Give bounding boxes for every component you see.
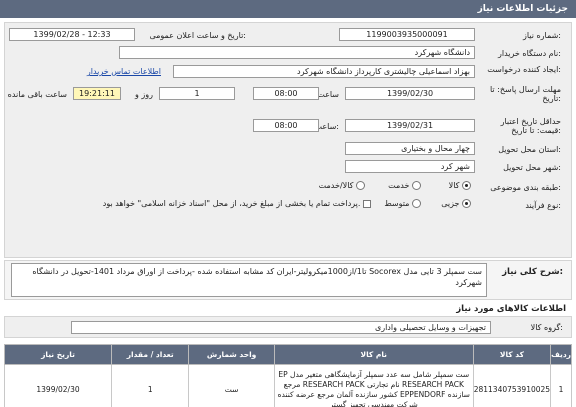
- goods-group-label: گروه کالا:: [530, 323, 563, 332]
- need-number-field: 1199003935000091: [339, 28, 475, 41]
- category-both-option[interactable]: کالا/خدمت: [319, 181, 365, 190]
- days-label: روز و: [135, 90, 153, 99]
- cell-name: ست سمپلر شامل سه عدد سمپلر آزمایشگاهی مت…: [273, 364, 474, 407]
- goods-group-field: تجهیزات و وسایل تحصیلی واداری: [71, 321, 491, 334]
- header-unit: واحد شمارش: [188, 344, 275, 365]
- category-both-label: کالا/خدمت: [318, 181, 354, 190]
- payment-note-checkbox[interactable]: [363, 199, 371, 208]
- description-text: ست سمپلر 3 تایی مدل Socorex تا1/از1000می…: [11, 263, 487, 297]
- process-label: نوع فرآیند:: [525, 201, 561, 210]
- table-row[interactable]: 1 2811340753910025 ست سمپلر شامل سه عدد …: [3, 364, 572, 407]
- process-minor-label: جزیی: [441, 199, 460, 208]
- process-medium-radio[interactable]: [412, 199, 421, 208]
- creator-field: بهزاد اسماعیلی چالیشتری کارپرداز دانشگاه…: [173, 65, 475, 78]
- cell-code: 2811340753910025: [472, 364, 552, 407]
- reply-deadline-label: مهلت ارسال پاسخ: تا تاریخ:: [489, 85, 561, 103]
- validity-time-field: 08:00: [253, 119, 319, 132]
- goods-section-title: اطلاعات کالاهای مورد نیاز: [456, 304, 566, 314]
- goods-table: ردیف کد کالا نام کالا واحد شمارش تعداد /…: [3, 344, 572, 407]
- creator-label: ایجاد کننده درخواست:: [487, 65, 561, 74]
- reply-date-field: 1399/02/30: [345, 87, 475, 100]
- category-service-label: خدمت: [388, 181, 410, 190]
- city-field: شهر کرد: [345, 160, 475, 173]
- validity-date-field: 1399/02/31: [345, 119, 475, 132]
- header-code: کد کالا: [472, 344, 552, 365]
- payment-note-text: پرداخت تمام یا بخشی از مبلغ خرید، از محل…: [102, 199, 361, 208]
- process-medium-label: متوسط: [384, 199, 410, 208]
- page-header: جزئیات اطلاعات نیاز: [0, 0, 576, 18]
- cell-unit: ست: [188, 364, 275, 407]
- process-minor-radio[interactable]: [462, 199, 471, 208]
- city-label: شهر محل تحویل:: [503, 163, 561, 172]
- payment-note-option[interactable]: پرداخت تمام یا بخشی از مبلغ خرید، از محل…: [103, 199, 371, 208]
- buyer-org-label: نام دستگاه خریدار:: [497, 49, 561, 58]
- validity-label: حداقل تاریخ اعتبار قیمت: تا تاریخ:: [500, 117, 561, 135]
- category-goods-radio[interactable]: [462, 181, 471, 190]
- header-date: تاریخ نیاز: [3, 344, 113, 365]
- description-label: شرح کلی نیاز:: [502, 267, 563, 277]
- buyer-org-field: دانشگاه شهرکرد: [119, 46, 475, 59]
- remaining-time-field: 19:21:11: [73, 87, 121, 100]
- need-number-label: شماره نیاز:: [522, 31, 561, 40]
- announce-field: 1399/02/28 - 12:33: [9, 28, 135, 41]
- cell-qty: 1: [111, 364, 190, 407]
- cell-date: 1399/02/30: [3, 364, 113, 407]
- category-goods-label: کالا: [448, 181, 460, 190]
- process-medium-option[interactable]: متوسط: [384, 199, 421, 208]
- contact-buyer-link[interactable]: اطلاعات تماس خریدار: [87, 67, 161, 76]
- announce-label: تاریخ و ساعت اعلان عمومی:: [149, 31, 246, 40]
- header-index: ردیف: [550, 344, 572, 365]
- process-minor-option[interactable]: جزیی: [441, 199, 471, 208]
- category-both-radio[interactable]: [356, 181, 365, 190]
- table-header-row: ردیف کد کالا نام کالا واحد شمارش تعداد /…: [3, 344, 572, 365]
- reply-time-field: 08:00: [253, 87, 319, 100]
- remaining-label: ساعت باقی مانده: [7, 90, 67, 99]
- category-service-radio[interactable]: [412, 181, 421, 190]
- reply-time-label: ساعت: [317, 90, 339, 99]
- header-qty: تعداد / مقدار: [111, 344, 190, 365]
- province-label: استان محل تحویل:: [498, 145, 561, 154]
- description-panel: شرح کلی نیاز: ست سمپلر 3 تایی مدل Socore…: [4, 260, 572, 300]
- cell-index: 1: [550, 364, 572, 407]
- category-service-option[interactable]: خدمت: [388, 181, 421, 190]
- info-panel: شماره نیاز: 1199003935000091 تاریخ و ساع…: [4, 22, 572, 258]
- days-remaining-field: 1: [159, 87, 235, 100]
- header-name: نام کالا: [273, 344, 474, 365]
- category-goods-option[interactable]: کالا: [449, 181, 471, 190]
- category-label: طبقه بندی موضوعی:: [490, 183, 561, 192]
- goods-group-panel: گروه کالا: تجهیزات و وسایل تحصیلی واداری: [4, 316, 572, 338]
- province-field: چهار محال و بختیاری: [345, 142, 475, 155]
